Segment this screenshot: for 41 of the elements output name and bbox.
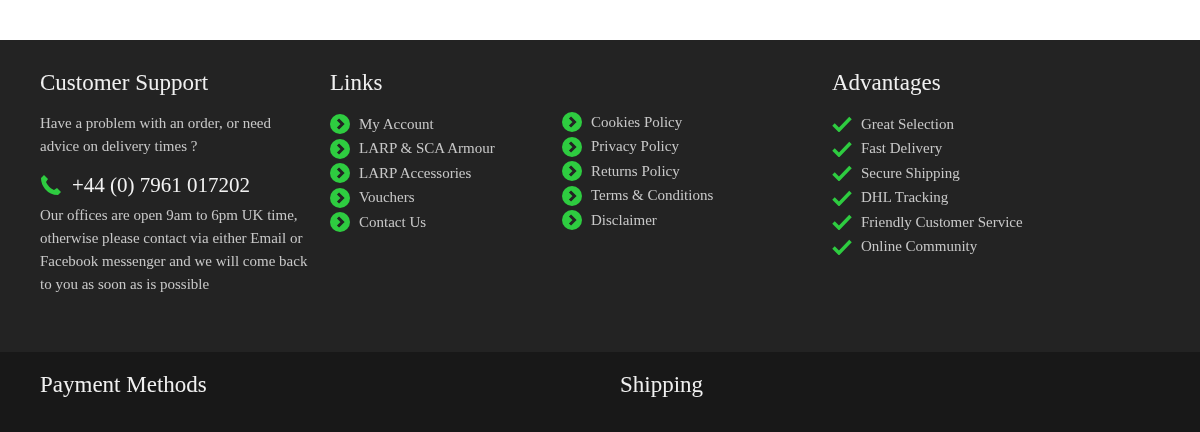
- footer-link[interactable]: My Account: [359, 115, 434, 133]
- check-icon: [832, 116, 852, 133]
- advantage-item: DHL Tracking: [861, 189, 949, 207]
- footer-link[interactable]: Returns Policy: [591, 162, 680, 180]
- check-icon: [832, 214, 852, 231]
- section-heading: Links: [330, 69, 384, 97]
- chevron-circle-icon: [330, 163, 350, 184]
- check-icon: [832, 140, 852, 157]
- advantage-item: Friendly Customer Service: [861, 213, 1023, 231]
- chevron-circle-icon: [562, 112, 582, 133]
- advantage-item: Great Selection: [861, 115, 954, 133]
- footer-link[interactable]: Cookies Policy: [591, 113, 683, 131]
- chevron-circle-icon: [330, 212, 350, 233]
- check-icon: [832, 189, 852, 206]
- check-icon: [832, 238, 852, 255]
- advantage-item: Online Community: [861, 238, 978, 256]
- section-heading: Shipping: [620, 371, 705, 399]
- footer-link[interactable]: LARP Accessories: [359, 164, 472, 182]
- section-heading: Customer Support: [40, 69, 210, 97]
- chevron-circle-icon: [330, 114, 350, 135]
- office-hours-text: Our offices are open 9am to 6pm UK time, otherwise please contact via either Email or Facebook messenger and we will come back to you as soon as is possible: [40, 206, 308, 294]
- footer-link[interactable]: Vouchers: [359, 189, 415, 207]
- footer-link[interactable]: Terms & Conditions: [591, 187, 714, 205]
- chevron-circle-icon: [330, 138, 350, 159]
- advantage-item: Fast Delivery: [861, 140, 943, 158]
- footer-link[interactable]: Disclaimer: [591, 211, 657, 229]
- footer-link[interactable]: LARP & SCA Armour: [359, 140, 495, 158]
- chevron-circle-icon: [562, 161, 582, 182]
- section-heading: Payment Methods: [40, 371, 208, 399]
- advantage-item: Secure Shipping: [861, 164, 960, 182]
- chevron-circle-icon: [330, 187, 350, 208]
- footer-link[interactable]: Contact Us: [359, 213, 427, 231]
- chevron-circle-icon: [562, 185, 582, 206]
- section-heading: Advantages: [832, 69, 942, 97]
- phone-number: +44 (0) 7961 017202: [72, 172, 251, 199]
- chevron-circle-icon: [562, 136, 582, 157]
- check-icon: [832, 165, 852, 182]
- phone-icon: [40, 174, 62, 196]
- footer-link[interactable]: Privacy Policy: [591, 138, 679, 156]
- support-text: Have a problem with an order, or need advice on delivery times ?: [40, 114, 272, 156]
- chevron-circle-icon: [562, 210, 582, 231]
